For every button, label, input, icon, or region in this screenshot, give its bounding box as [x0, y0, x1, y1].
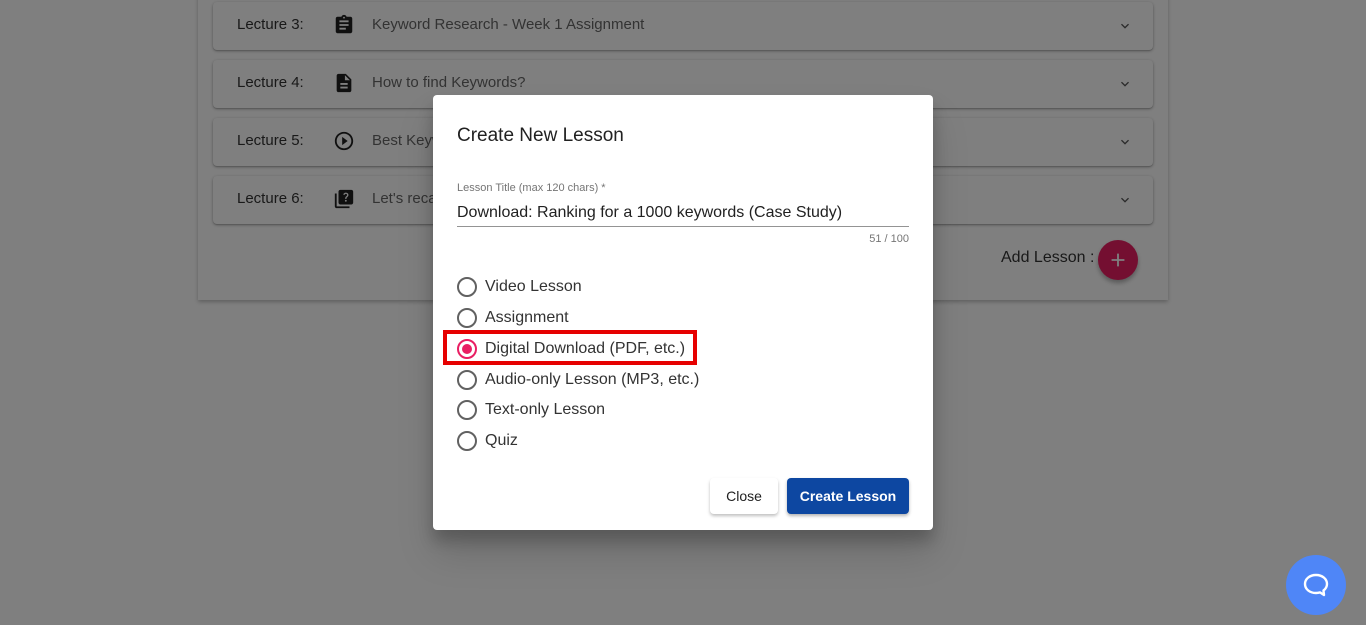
radio-quiz[interactable]: Quiz: [457, 429, 518, 453]
char-counter: 51 / 100: [869, 233, 909, 245]
radio-label: Audio-only Lesson (MP3, etc.): [485, 371, 700, 388]
create-lesson-dialog: Create New Lesson Lesson Title (max 120 …: [433, 95, 933, 530]
radio-video-lesson[interactable]: Video Lesson: [457, 275, 582, 299]
chat-icon: [1303, 573, 1329, 597]
selection-highlight: [443, 330, 697, 365]
radio-label: Quiz: [485, 432, 518, 449]
radio-audio-only-lesson[interactable]: Audio-only Lesson (MP3, etc.): [457, 368, 699, 392]
radio-text-only-lesson[interactable]: Text-only Lesson: [457, 398, 605, 422]
radio-button[interactable]: [457, 308, 477, 328]
radio-label: Text-only Lesson: [485, 401, 606, 418]
radio-button[interactable]: [457, 370, 477, 390]
dialog-title: Create New Lesson: [457, 125, 624, 146]
radio-button[interactable]: [457, 277, 477, 297]
chat-widget-button[interactable]: [1286, 555, 1346, 615]
create-lesson-button[interactable]: Create Lesson: [787, 478, 909, 514]
radio-label: Assignment: [485, 309, 569, 326]
lesson-title-label: Lesson Title (max 120 chars) *: [457, 182, 606, 194]
radio-assignment[interactable]: Assignment: [457, 306, 569, 330]
radio-button[interactable]: [457, 431, 477, 451]
radio-label: Video Lesson: [485, 278, 582, 295]
close-button[interactable]: Close: [710, 478, 778, 514]
radio-button[interactable]: [457, 400, 477, 420]
lesson-title-input[interactable]: [457, 199, 909, 227]
